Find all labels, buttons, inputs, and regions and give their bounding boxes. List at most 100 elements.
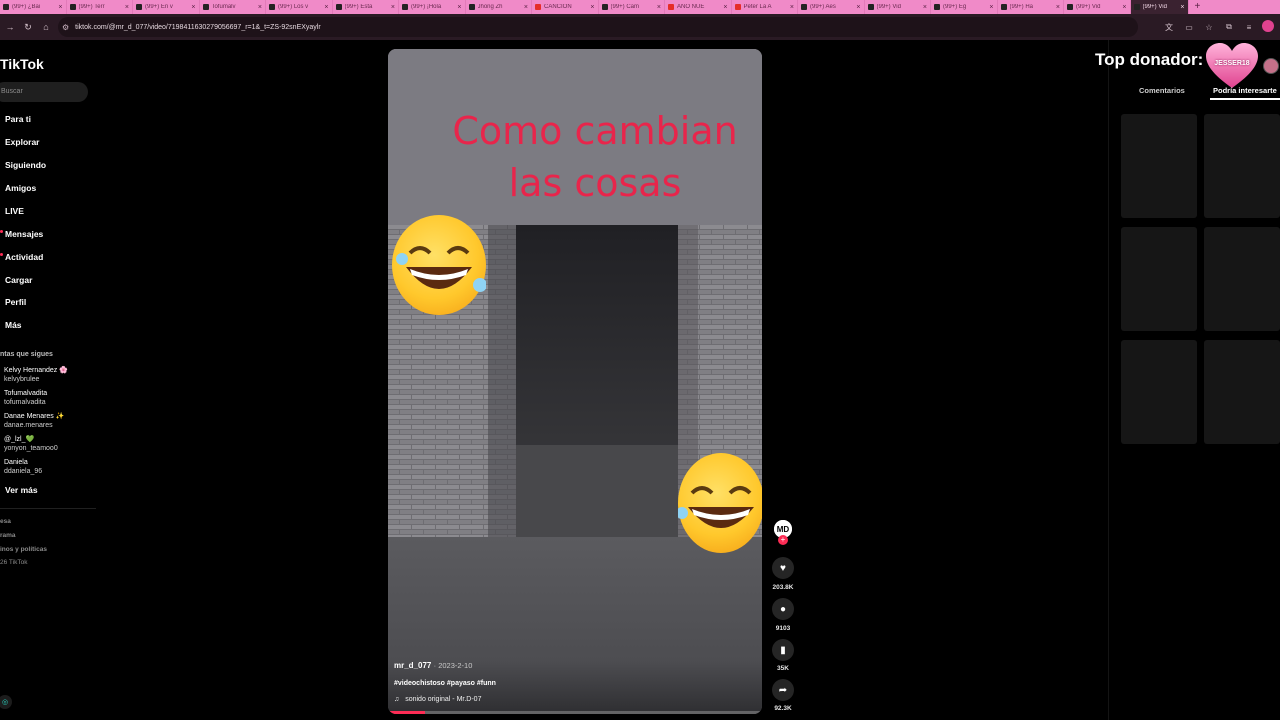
video-thumbnail[interactable] xyxy=(1204,340,1280,444)
tiktok-icon xyxy=(801,4,807,10)
close-tab-icon[interactable]: × xyxy=(1056,4,1060,11)
left-wall-shade xyxy=(488,225,516,537)
browser-tab[interactable]: (99+) Aes × xyxy=(798,0,865,14)
nav-mas[interactable]: Más xyxy=(5,320,22,330)
browser-tab[interactable]: (99+) Esta × xyxy=(333,0,399,14)
browser-tab[interactable]: (99+) Los v × xyxy=(266,0,333,14)
video-progress-bar[interactable] xyxy=(388,711,762,714)
extensions-icon[interactable]: ⧉ xyxy=(1222,20,1236,34)
followed-account[interactable]: Danae Menares ✨ danae.menares xyxy=(4,412,64,430)
copyright: 26 TikTok xyxy=(0,559,28,566)
close-tab-icon[interactable]: × xyxy=(391,4,395,11)
close-tab-icon[interactable]: × xyxy=(1122,4,1126,11)
close-tab-icon[interactable]: × xyxy=(457,4,461,11)
new-tab-button[interactable]: + xyxy=(1189,0,1207,14)
close-tab-icon[interactable]: × xyxy=(58,4,62,11)
nav-amigos[interactable]: Amigos xyxy=(5,183,36,193)
save-button[interactable]: ▮ xyxy=(772,639,794,661)
url-text: tiktok.com/@mr_d_077/video/7198411630279… xyxy=(75,23,321,31)
video-thumbnail[interactable] xyxy=(1121,114,1197,218)
followed-account[interactable]: @_lzl_💚 yonyon_teamoo0 xyxy=(4,435,58,453)
close-tab-icon[interactable]: × xyxy=(590,4,594,11)
close-tab-icon[interactable]: × xyxy=(989,4,993,11)
tiktok-logo[interactable]: TikTok xyxy=(0,56,44,72)
reload-icon[interactable]: ↻ xyxy=(20,19,36,35)
see-more-link[interactable]: Ver más xyxy=(5,485,38,495)
footer-link[interactable]: inos y políticas xyxy=(0,546,47,553)
browser-tab[interactable]: (99+) Terr × xyxy=(67,0,133,14)
close-tab-icon[interactable]: × xyxy=(125,4,129,11)
profile-avatar[interactable] xyxy=(1262,20,1274,32)
close-tab-icon[interactable]: × xyxy=(723,4,727,11)
tab-title: (99+) En v xyxy=(145,4,173,10)
browser-tab[interactable]: CANCIÓN × xyxy=(532,0,599,14)
donor-avatar[interactable] xyxy=(1263,58,1279,74)
nav-siguiendo[interactable]: Siguiendo xyxy=(5,160,46,170)
browser-tab-active[interactable]: (99+) Vid × xyxy=(1130,0,1189,14)
browser-tab[interactable]: Peter La A × xyxy=(732,0,798,14)
follow-button[interactable]: + xyxy=(778,535,788,545)
video-thumbnail[interactable] xyxy=(1121,340,1197,444)
share-count: 92.3K xyxy=(774,705,792,712)
tab-podria-interesarte[interactable]: Podría interesarte xyxy=(1213,86,1277,95)
nav-perfil[interactable]: Perfil xyxy=(5,297,26,307)
browser-tab[interactable]: (99+) Vid × xyxy=(865,0,931,14)
tab-title: (99+) Cam xyxy=(610,4,640,10)
home-icon[interactable]: ⌂ xyxy=(38,19,54,35)
tab-comentarios[interactable]: Comentarios xyxy=(1139,86,1185,95)
video-sound[interactable]: ♫ sonido original - Mr.D-07 xyxy=(394,696,481,703)
close-tab-icon[interactable]: × xyxy=(790,4,794,11)
browser-tab[interactable]: AÑO NUE × xyxy=(665,0,732,14)
nav-live[interactable]: LIVE xyxy=(5,206,24,216)
cast-icon[interactable]: ▭ xyxy=(1182,20,1196,34)
browser-tab[interactable]: (99+) ¿Bai × xyxy=(0,0,67,14)
search-input[interactable]: Buscar xyxy=(0,82,88,102)
close-tab-icon[interactable]: × xyxy=(258,4,262,11)
close-tab-icon[interactable]: × xyxy=(324,4,328,11)
video-player[interactable]: Como cambian las cosas mr_d_077 · 2023-2… xyxy=(388,49,762,714)
browser-tab[interactable]: Tofumalv × xyxy=(200,0,266,14)
close-tab-icon[interactable]: × xyxy=(191,4,195,11)
video-hashtags[interactable]: #videochistoso #payaso #funn xyxy=(394,680,496,687)
browser-tab[interactable]: (99+) Cam × xyxy=(599,0,665,14)
close-tab-icon[interactable]: × xyxy=(923,4,927,11)
menu-icon[interactable]: ≡ xyxy=(1242,20,1256,34)
site-info-icon[interactable]: ⚙ xyxy=(62,23,69,32)
footer-link[interactable]: esa xyxy=(0,518,11,525)
share-button[interactable]: ➦ xyxy=(772,679,794,701)
like-button[interactable]: ♥ xyxy=(772,557,794,579)
footer-link[interactable]: rama xyxy=(0,532,16,539)
browser-tab[interactable]: (99+) En v × xyxy=(133,0,200,14)
nav-mensajes[interactable]: Mensajes xyxy=(5,229,43,239)
tiktok-icon xyxy=(402,4,408,10)
bookmark-star-icon[interactable]: ☆ xyxy=(1202,20,1216,34)
followed-account[interactable]: Daniela ddaniela_96 xyxy=(4,458,42,476)
close-tab-icon[interactable]: × xyxy=(524,4,528,11)
comment-button[interactable]: ● xyxy=(772,598,794,620)
help-icon[interactable]: ◎ xyxy=(0,695,12,709)
browser-tab[interactable]: (99+) Ha × xyxy=(998,0,1064,14)
tiktok-icon xyxy=(136,4,142,10)
divider xyxy=(0,508,96,509)
video-thumbnail[interactable] xyxy=(1204,227,1280,331)
followed-account[interactable]: Tofumalvadita tofumalvadita xyxy=(4,389,47,407)
nav-para-ti[interactable]: Para ti xyxy=(5,114,31,124)
nav-explorar[interactable]: Explorar xyxy=(5,137,40,147)
browser-tab[interactable]: (99+) Eg × xyxy=(931,0,998,14)
close-tab-icon[interactable]: × xyxy=(1180,4,1184,11)
close-tab-icon[interactable]: × xyxy=(856,4,860,11)
nav-cargar[interactable]: Cargar xyxy=(5,275,32,285)
video-author[interactable]: mr_d_077 xyxy=(394,661,431,670)
followed-account[interactable]: Kelvy Hernandez 🌸 kelvybrulee xyxy=(4,366,68,384)
close-tab-icon[interactable]: × xyxy=(657,4,661,11)
browser-tab[interactable]: Jhong Zh × xyxy=(466,0,532,14)
video-thumbnail[interactable] xyxy=(1204,114,1280,218)
video-overlay-text: Como cambian las cosas xyxy=(448,105,742,209)
browser-tab[interactable]: (99+) Vid × xyxy=(1064,0,1131,14)
video-thumbnail[interactable] xyxy=(1121,227,1197,331)
browser-tab[interactable]: (99+) ¡Hola × xyxy=(399,0,466,14)
translate-icon[interactable]: 文 xyxy=(1162,20,1176,34)
address-bar[interactable]: ⚙ tiktok.com/@mr_d_077/video/71984116302… xyxy=(58,17,1138,37)
nav-actividad[interactable]: Actividad xyxy=(5,252,43,262)
forward-icon[interactable]: → xyxy=(2,19,18,35)
